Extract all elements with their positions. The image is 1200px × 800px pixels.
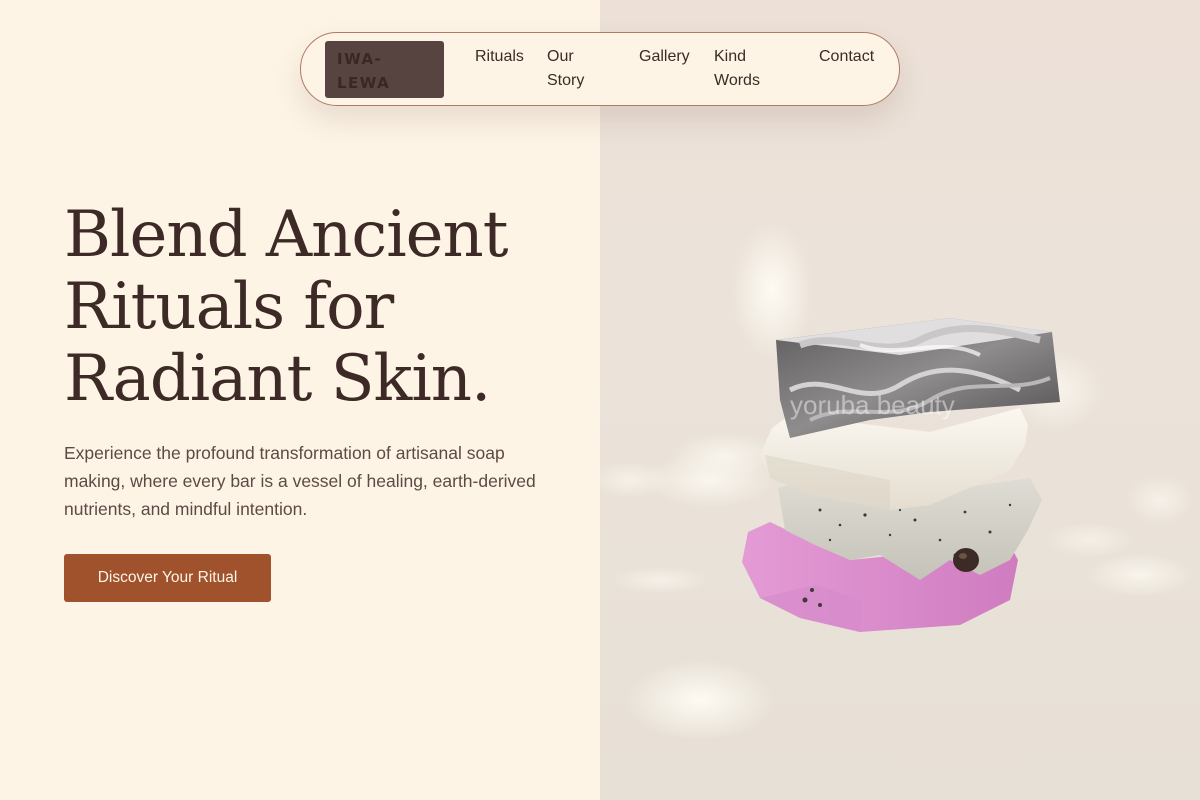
brand-logo[interactable]: IWA-LEWA — [325, 41, 444, 98]
hero-title: Blend Ancient Rituals for Radiant Skin. — [64, 199, 584, 415]
hero-description: Experience the profound transformation o… — [64, 443, 536, 519]
nav-link-gallery[interactable]: Gallery — [639, 45, 690, 69]
nav-link-contact[interactable]: Contact — [819, 45, 874, 69]
discover-ritual-button[interactable]: Discover Your Ritual — [64, 554, 271, 602]
nav-link-kind-words[interactable]: Kind Words — [714, 45, 774, 93]
nav-link-rituals[interactable]: Rituals — [475, 45, 524, 69]
nav-link-our-story[interactable]: Our Story — [547, 45, 597, 93]
hero-title-line-3: Radiant Skin. — [64, 342, 491, 416]
image-watermark: yoruba beauty — [790, 390, 955, 420]
hero-image: yoruba beauty — [600, 0, 1200, 800]
hero-title-line-2: Rituals for — [64, 270, 394, 344]
main-nav: IWA-LEWA Rituals Our Story Gallery Kind … — [300, 32, 900, 106]
hero-title-line-1: Blend Ancient — [64, 198, 508, 272]
soap-stack-image: yoruba beauty — [600, 0, 1200, 800]
